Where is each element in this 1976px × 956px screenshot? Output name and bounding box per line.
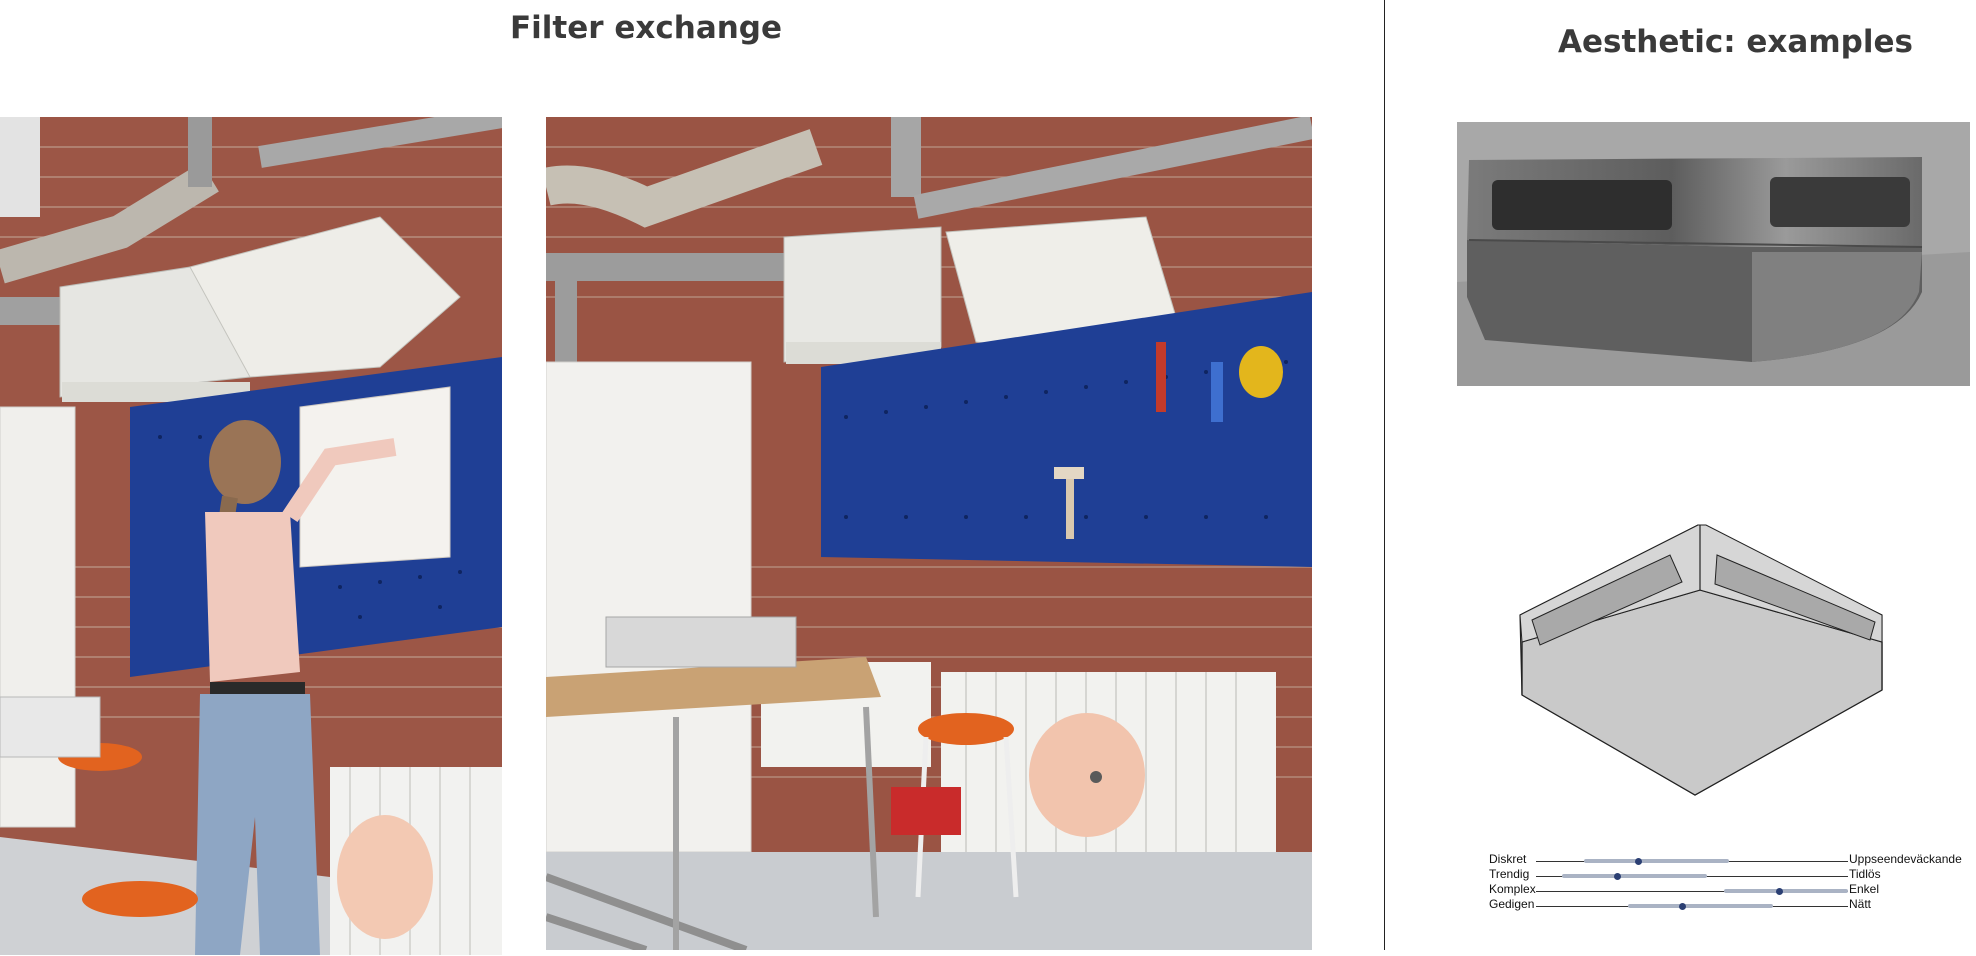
scale-left-label: Trendig <box>1489 867 1530 881</box>
scale-left-label: Gedigen <box>1489 897 1535 911</box>
scale-marker-dot <box>1775 888 1783 895</box>
aesthetic-rating-scales: Diskret Uppseendeväckande Trendig Tidlös Kom… <box>1480 852 1976 917</box>
isometric-line-drawing-housing <box>1510 520 1890 805</box>
scale-right-label: Nätt <box>1849 897 1872 911</box>
scale-range-band <box>1562 874 1708 878</box>
scale-marker-dot <box>1635 858 1643 865</box>
scale-track <box>1536 873 1848 880</box>
scale-right-label: Tidlös <box>1849 867 1881 881</box>
scale-range-band <box>1724 889 1848 893</box>
scale-marker-dot <box>1613 873 1621 880</box>
rating-scale-row: Trendig Tidlös <box>1480 867 1976 882</box>
scale-range-band <box>1627 904 1773 908</box>
scale-track <box>1536 888 1848 895</box>
scale-right-label: Uppseendeväckande <box>1849 852 1962 866</box>
workshop-photo-person-changing-filter <box>0 117 502 955</box>
rating-scale-row: Komplex Enkel <box>1480 882 1976 897</box>
rating-scale-row: Gedigen Nätt <box>1480 897 1976 912</box>
scale-left-label: Diskret <box>1489 852 1527 866</box>
page-title-aesthetic-examples: Aesthetic: examples <box>1558 24 1913 60</box>
rating-scale-row: Diskret Uppseendeväckande <box>1480 852 1976 867</box>
rendered-dark-grey-box-housing <box>1457 122 1970 386</box>
scale-left-label: Komplex <box>1489 882 1536 896</box>
scale-track <box>1536 903 1848 910</box>
scale-track <box>1536 858 1848 865</box>
scale-right-label: Enkel <box>1849 882 1880 896</box>
workshop-photo-wall-mounted-filter-units <box>546 117 1312 950</box>
section-divider <box>1384 0 1385 950</box>
scale-range-band <box>1583 859 1729 863</box>
page-title-filter-exchange: Filter exchange <box>510 10 783 46</box>
scale-marker-dot <box>1679 903 1687 910</box>
